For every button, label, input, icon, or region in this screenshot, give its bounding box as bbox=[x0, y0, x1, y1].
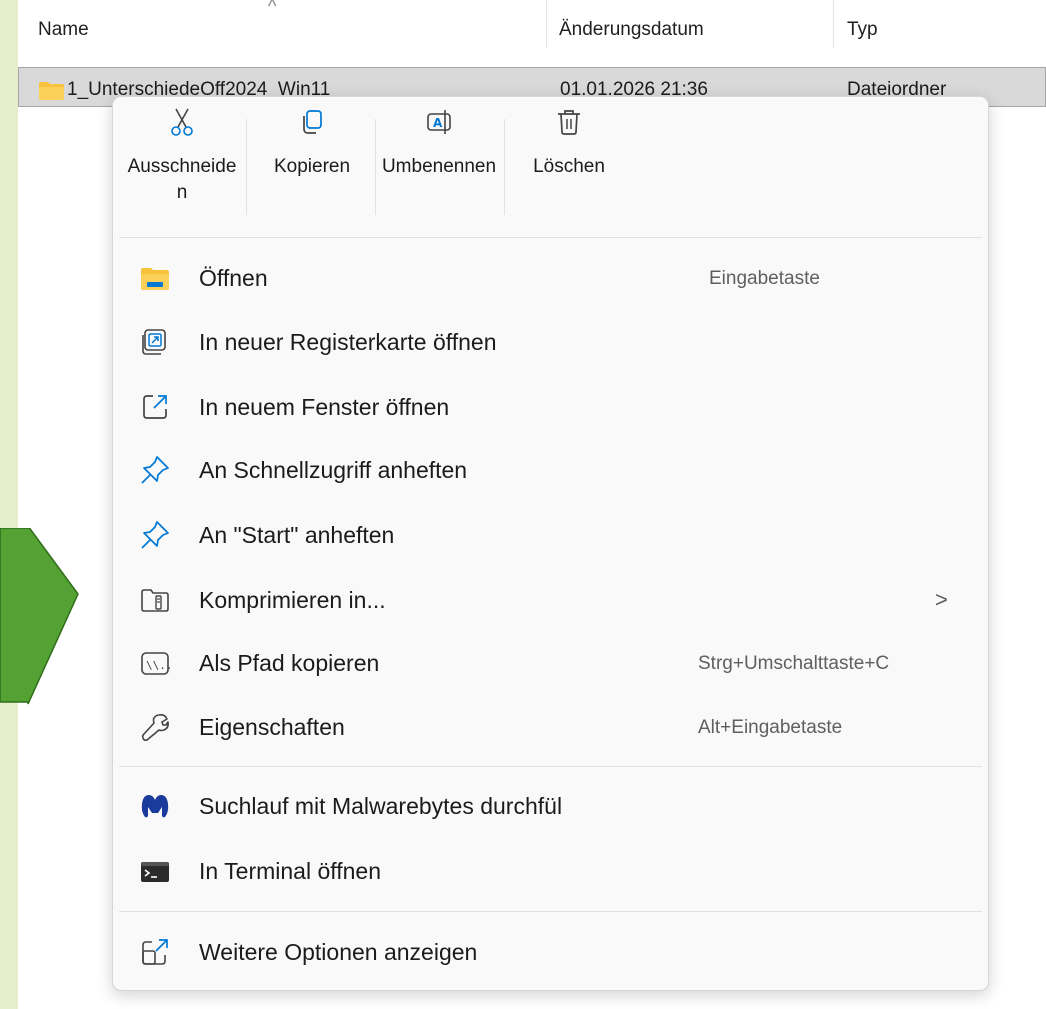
menu-item-open-terminal[interactable]: In Terminal öffnen bbox=[113, 842, 988, 900]
column-separator[interactable] bbox=[833, 0, 834, 48]
svg-text:\\..: \\.. bbox=[146, 659, 171, 672]
menu-item-shortcut: Alt+Eingabetaste bbox=[698, 717, 843, 738]
command-bar: Ausschneiden Kopieren A Umbenennen Lösch… bbox=[113, 97, 988, 237]
menu-item-label: Weitere Optionen anzeigen bbox=[199, 939, 478, 965]
folder-icon bbox=[39, 82, 64, 100]
svg-text:A: A bbox=[433, 116, 443, 130]
menu-item-label: In neuer Registerkarte öffnen bbox=[199, 329, 497, 355]
command-separator bbox=[504, 119, 505, 215]
command-separator bbox=[246, 119, 247, 215]
column-header-modified[interactable]: Änderungsdatum bbox=[559, 19, 704, 41]
menu-item-open-new-tab[interactable]: In neuer Registerkarte öffnen bbox=[113, 313, 988, 371]
menu-item-shortcut: Strg+Umschalttaste+C bbox=[698, 653, 890, 674]
copy-button[interactable]: Kopieren bbox=[249, 107, 375, 231]
menu-item-properties[interactable]: Eigenschaften Alt+Eingabetaste bbox=[113, 698, 988, 756]
context-menu: Ausschneiden Kopieren A Umbenennen Lösch… bbox=[112, 96, 989, 991]
copy-icon bbox=[303, 110, 322, 134]
rename-button[interactable]: A Umbenennen bbox=[377, 107, 501, 231]
menu-item-label: Als Pfad kopieren bbox=[199, 650, 380, 676]
delete-button[interactable]: Löschen bbox=[507, 107, 631, 231]
trash-icon bbox=[558, 110, 580, 135]
menu-item-open-new-window[interactable]: In neuem Fenster öffnen bbox=[113, 378, 988, 436]
menu-divider bbox=[119, 911, 982, 912]
scissors-icon bbox=[171, 108, 193, 136]
column-header-type[interactable]: Typ bbox=[847, 19, 878, 41]
pin-icon bbox=[141, 521, 169, 549]
pin-icon bbox=[141, 456, 169, 484]
menu-item-label: In neuem Fenster öffnen bbox=[199, 394, 450, 420]
column-header-name[interactable]: Name bbox=[38, 19, 89, 41]
menu-item-label: An Schnellzugriff anheften bbox=[199, 457, 468, 483]
copy-label: Kopieren bbox=[273, 156, 351, 177]
terminal-icon bbox=[141, 862, 169, 882]
malwarebytes-icon bbox=[141, 795, 169, 818]
menu-item-pin-start[interactable]: An "Start" anheften bbox=[113, 506, 988, 564]
menu-divider bbox=[119, 237, 982, 238]
copy-path-icon: \\.. bbox=[141, 652, 171, 675]
rename-label: Umbenennen bbox=[381, 156, 497, 177]
cut-label: Ausschneiden bbox=[127, 156, 237, 203]
menu-item-label: In Terminal öffnen bbox=[199, 858, 381, 884]
sort-ascending-icon: ^ bbox=[268, 0, 277, 16]
menu-item-compress[interactable]: Komprimieren in... > bbox=[113, 571, 988, 629]
command-separator bbox=[375, 119, 376, 215]
menu-item-label: An "Start" anheften bbox=[199, 522, 395, 548]
menu-divider bbox=[119, 766, 982, 767]
chevron-right-icon: > bbox=[935, 587, 948, 612]
new-window-icon bbox=[143, 395, 167, 419]
menu-item-shortcut: Eingabetaste bbox=[709, 268, 820, 289]
wrench-icon bbox=[141, 714, 169, 742]
column-separator[interactable] bbox=[546, 0, 547, 48]
menu-item-label: Eigenschaften bbox=[199, 714, 345, 740]
new-tab-icon bbox=[142, 329, 166, 355]
zip-folder-icon bbox=[141, 589, 169, 612]
cut-button[interactable]: Ausschneiden bbox=[119, 107, 245, 231]
menu-item-label: Suchlauf mit Malwarebytes durchfül bbox=[199, 793, 563, 819]
more-options-icon bbox=[142, 939, 168, 965]
menu-item-more-options[interactable]: Weitere Optionen anzeigen bbox=[113, 923, 988, 981]
green-arrow-annotation bbox=[0, 528, 79, 705]
menu-item-malwarebytes-scan[interactable]: Suchlauf mit Malwarebytes durchfül bbox=[113, 777, 988, 835]
folder-open-icon bbox=[141, 268, 169, 290]
menu-item-pin-quick-access[interactable]: An Schnellzugriff anheften bbox=[113, 441, 988, 499]
menu-item-copy-as-path[interactable]: \\.. Als Pfad kopieren Strg+Umschalttast… bbox=[113, 634, 988, 692]
menu-item-label: Komprimieren in... bbox=[199, 587, 386, 613]
rename-icon: A bbox=[427, 110, 451, 134]
menu-item-label: Öffnen bbox=[199, 265, 268, 291]
menu-item-open[interactable]: Öffnen Eingabetaste bbox=[113, 249, 988, 307]
delete-label: Löschen bbox=[533, 156, 605, 177]
